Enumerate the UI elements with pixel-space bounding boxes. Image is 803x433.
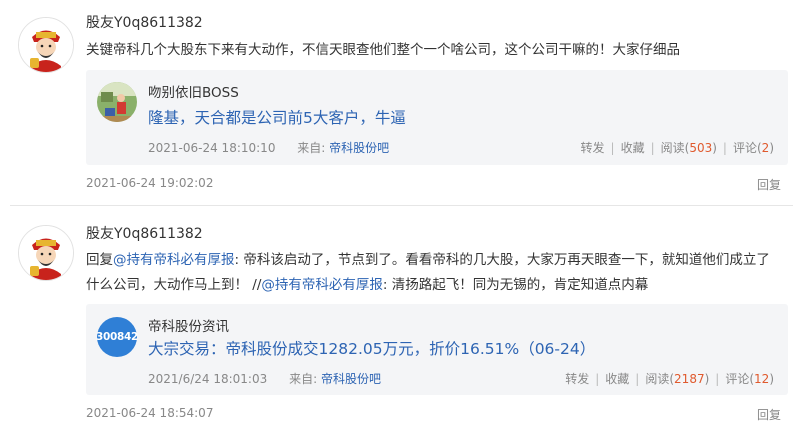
- comment-body: 关键帝科几个大股东下来有大动作，不信天眼查他们整个一个啥公司，这个公司干嘛的！大…: [86, 42, 680, 58]
- quote-source-link[interactable]: 帝科股份吧: [329, 141, 389, 155]
- caishen-avatar-icon[interactable]: [18, 225, 74, 281]
- quote-meta: 2021/6/24 18:01:03 来自: 帝科股份吧: [148, 370, 381, 387]
- comment-count-button[interactable]: 评论(12): [725, 372, 774, 386]
- quote-time: 2021-06-24 18:10:10: [148, 141, 276, 155]
- comment-date: 2021-06-24 19:02:02: [86, 176, 214, 190]
- divider: [10, 205, 793, 206]
- comment-username[interactable]: 股友Y0q8611382: [86, 12, 203, 32]
- quoted-post[interactable]: 吻别依旧BOSS 隆基，天合都是公司前5大客户，牛逼 2021-06-24 18…: [86, 70, 788, 165]
- quote-meta: 2021-06-24 18:10:10 来自: 帝科股份吧: [148, 139, 389, 156]
- read-text: 阅读: [660, 141, 685, 155]
- comment-count-button[interactable]: 评论(2): [733, 141, 774, 155]
- reply-prefix: 回复: [86, 252, 113, 268]
- quote-source-link[interactable]: 帝科股份吧: [321, 372, 381, 386]
- divider: |: [650, 141, 655, 155]
- comment-count: 12: [754, 372, 770, 386]
- quote-title-link[interactable]: 隆基，天合都是公司前5大客户，牛逼: [148, 106, 406, 128]
- photo-avatar-icon[interactable]: [97, 82, 137, 122]
- divider: |: [635, 372, 640, 386]
- read-label: 阅读(503): [660, 141, 717, 155]
- read-label: 阅读(2187): [645, 372, 710, 386]
- read-count: 2187: [674, 372, 705, 386]
- favorite-button[interactable]: 收藏: [621, 141, 645, 155]
- comment-count: 2: [761, 141, 770, 155]
- mention-link[interactable]: @持有帝科必有厚报: [113, 252, 235, 268]
- reply-button[interactable]: 回复: [757, 176, 781, 193]
- comment-item: 股友Y0q8611382 回复@持有帝科必有厚报: 帝科该启动了，节点到了。看看…: [0, 208, 803, 433]
- caishen-avatar-icon[interactable]: [18, 17, 74, 73]
- quote-actions: 转发 | 收藏 | 阅读(503) | 评论(2): [581, 139, 775, 156]
- comment-username[interactable]: 股友Y0q8611382: [86, 223, 203, 243]
- read-text: 阅读: [645, 372, 670, 386]
- reply-button[interactable]: 回复: [757, 406, 781, 423]
- read-count: 503: [689, 141, 713, 155]
- comment-text: 评论: [725, 372, 750, 386]
- comment-date: 2021-06-24 18:54:07: [86, 406, 214, 420]
- divider: |: [610, 141, 615, 155]
- divider: |: [722, 141, 727, 155]
- quote-source-label: 来自:: [297, 141, 326, 155]
- quote-time: 2021/6/24 18:01:03: [148, 372, 268, 386]
- mention-link[interactable]: @持有帝科必有厚报: [261, 277, 383, 293]
- comment-item: 股友Y0q8611382 关键帝科几个大股东下来有大动作，不信天眼查他们整个一个…: [0, 0, 803, 205]
- quote-title-link[interactable]: 大宗交易：帝科股份成交1282.05万元，折价16.51%（06-24）: [148, 337, 595, 359]
- quote-author[interactable]: 帝科股份资讯: [148, 315, 229, 335]
- quote-author[interactable]: 吻别依旧BOSS: [148, 81, 239, 101]
- divider: |: [715, 372, 720, 386]
- comment-text: 评论: [732, 141, 757, 155]
- comment-body: 回复@持有帝科必有厚报: 帝科该启动了，节点到了。看看帝科的几大股，大家万再天眼…: [86, 248, 776, 298]
- body-text-part: : 清扬路起飞！同为无锡的，肯定知道点内幕: [382, 277, 649, 293]
- quote-source-label: 来自:: [289, 372, 318, 386]
- favorite-button[interactable]: 收藏: [605, 372, 629, 386]
- share-button[interactable]: 转发: [565, 372, 589, 386]
- quote-actions: 转发 | 收藏 | 阅读(2187) | 评论(12): [565, 370, 774, 387]
- quoted-post[interactable]: 300842 帝科股份资讯 大宗交易：帝科股份成交1282.05万元，折价16.…: [86, 304, 788, 395]
- stock-badge-icon[interactable]: 300842: [96, 317, 138, 357]
- divider: |: [595, 372, 600, 386]
- share-button[interactable]: 转发: [581, 141, 605, 155]
